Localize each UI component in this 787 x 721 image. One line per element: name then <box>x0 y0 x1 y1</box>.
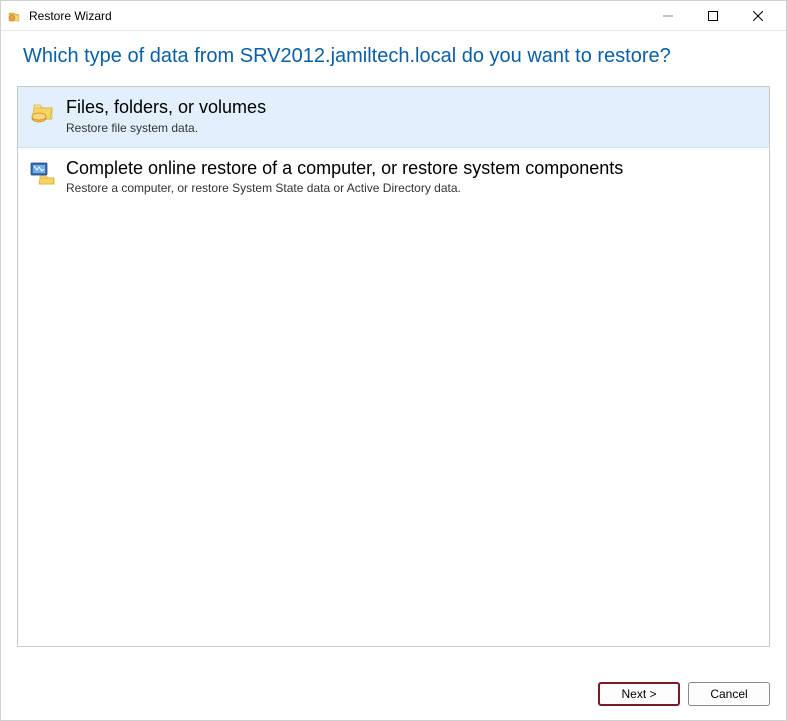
footer-buttons: Next > Cancel <box>17 682 770 706</box>
options-list: Files, folders, or volumes Restore file … <box>17 86 770 647</box>
minimize-button[interactable] <box>645 2 690 30</box>
folder-disk-icon <box>28 99 56 127</box>
computer-restore-icon <box>28 160 56 188</box>
option-complete-restore[interactable]: Complete online restore of a computer, o… <box>18 148 769 208</box>
cancel-button[interactable]: Cancel <box>688 682 770 706</box>
app-icon <box>7 8 23 24</box>
option-text: Complete online restore of a computer, o… <box>66 158 623 196</box>
content-area: Which type of data from SRV2012.jamiltec… <box>1 31 786 720</box>
option-text: Files, folders, or volumes Restore file … <box>66 97 266 135</box>
option-files-folders-volumes[interactable]: Files, folders, or volumes Restore file … <box>18 87 769 148</box>
next-button[interactable]: Next > <box>598 682 680 706</box>
restore-wizard-window: Restore Wizard Which type of data from S… <box>0 0 787 721</box>
titlebar: Restore Wizard <box>1 1 786 31</box>
window-controls <box>645 2 780 30</box>
page-heading: Which type of data from SRV2012.jamiltec… <box>23 45 764 68</box>
option-title: Complete online restore of a computer, o… <box>66 158 623 180</box>
close-button[interactable] <box>735 2 780 30</box>
window-title: Restore Wizard <box>29 9 645 23</box>
option-title: Files, folders, or volumes <box>66 97 266 119</box>
option-description: Restore a computer, or restore System St… <box>66 181 623 195</box>
maximize-button[interactable] <box>690 2 735 30</box>
option-description: Restore file system data. <box>66 121 266 135</box>
